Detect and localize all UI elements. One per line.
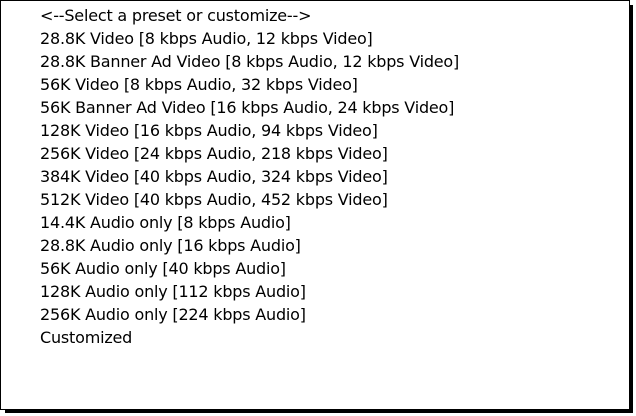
menu-item-14-4k-audio-only[interactable]: 14.4K Audio only [8 kbps Audio]	[1, 211, 629, 234]
menu-item-128k-audio-only[interactable]: 128K Audio only [112 kbps Audio]	[1, 280, 629, 303]
menu-item-256k-audio-only[interactable]: 256K Audio only [224 kbps Audio]	[1, 303, 629, 326]
menu-item-56k-banner-ad-video[interactable]: 56K Banner Ad Video [16 kbps Audio, 24 k…	[1, 96, 629, 119]
menu-item-28-8k-video[interactable]: 28.8K Video [8 kbps Audio, 12 kbps Video…	[1, 27, 629, 50]
menu-item-128k-video[interactable]: 128K Video [16 kbps Audio, 94 kbps Video…	[1, 119, 629, 142]
menu-item-select-prompt[interactable]: <--Select a preset or customize-->	[1, 4, 629, 27]
popup-menu-shadow	[630, 5, 633, 413]
preset-menu-list: <--Select a preset or customize--> 28.8K…	[1, 4, 629, 349]
menu-item-28-8k-audio-only[interactable]: 28.8K Audio only [16 kbps Audio]	[1, 234, 629, 257]
menu-item-56k-video[interactable]: 56K Video [8 kbps Audio, 32 kbps Video]	[1, 73, 629, 96]
menu-item-512k-video[interactable]: 512K Video [40 kbps Audio, 452 kbps Vide…	[1, 188, 629, 211]
menu-item-56k-audio-only[interactable]: 56K Audio only [40 kbps Audio]	[1, 257, 629, 280]
menu-item-customized[interactable]: Customized	[1, 326, 629, 349]
menu-item-256k-video[interactable]: 256K Video [24 kbps Audio, 218 kbps Vide…	[1, 142, 629, 165]
menu-item-28-8k-banner-ad-video[interactable]: 28.8K Banner Ad Video [8 kbps Audio, 12 …	[1, 50, 629, 73]
menu-item-384k-video[interactable]: 384K Video [40 kbps Audio, 324 kbps Vide…	[1, 165, 629, 188]
preset-popup-menu[interactable]: <--Select a preset or customize--> 28.8K…	[0, 0, 630, 410]
popup-menu-shadow	[5, 410, 633, 413]
